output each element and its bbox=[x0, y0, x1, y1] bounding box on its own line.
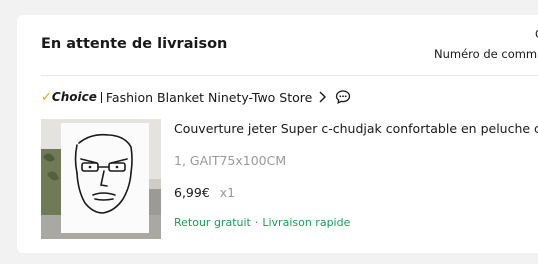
product-title-link[interactable]: Couverture jeter Super c-chudjak confort… bbox=[174, 121, 538, 136]
divider bbox=[41, 75, 538, 76]
product-quantity: x1 bbox=[219, 185, 236, 200]
price-row: 6,99€ x1 bbox=[174, 185, 235, 200]
choice-badge: ✓ Choice bbox=[41, 90, 97, 105]
chevron-right-icon[interactable] bbox=[318, 91, 327, 103]
free-return-badge: Retour gratuit bbox=[174, 216, 251, 229]
order-status-title: En attente de livraison bbox=[41, 36, 228, 52]
choice-check-icon: ✓ bbox=[41, 89, 52, 105]
product-thumbnail[interactable] bbox=[41, 119, 161, 239]
store-row[interactable]: ✓ Choice Fashion Blanket Ninety-Two Stor… bbox=[41, 88, 351, 106]
order-card: En attente de livraison C Numéro de comm… bbox=[17, 15, 538, 253]
benefits-row: Retour gratuit · Livraison rapide bbox=[174, 216, 350, 229]
benefit-separator: · bbox=[254, 216, 259, 229]
chat-bubble-icon[interactable] bbox=[335, 89, 351, 105]
badge-separator bbox=[100, 91, 102, 103]
product-price: 6,99€ bbox=[174, 185, 210, 200]
choice-label: Choice bbox=[51, 90, 97, 104]
store-name-link[interactable]: Fashion Blanket Ninety-Two Store bbox=[106, 90, 312, 105]
order-number-label: Numéro de comm bbox=[434, 47, 538, 61]
product-variant: 1, GAIT75x100CM bbox=[174, 153, 287, 168]
fast-delivery-badge: Livraison rapide bbox=[262, 216, 351, 229]
